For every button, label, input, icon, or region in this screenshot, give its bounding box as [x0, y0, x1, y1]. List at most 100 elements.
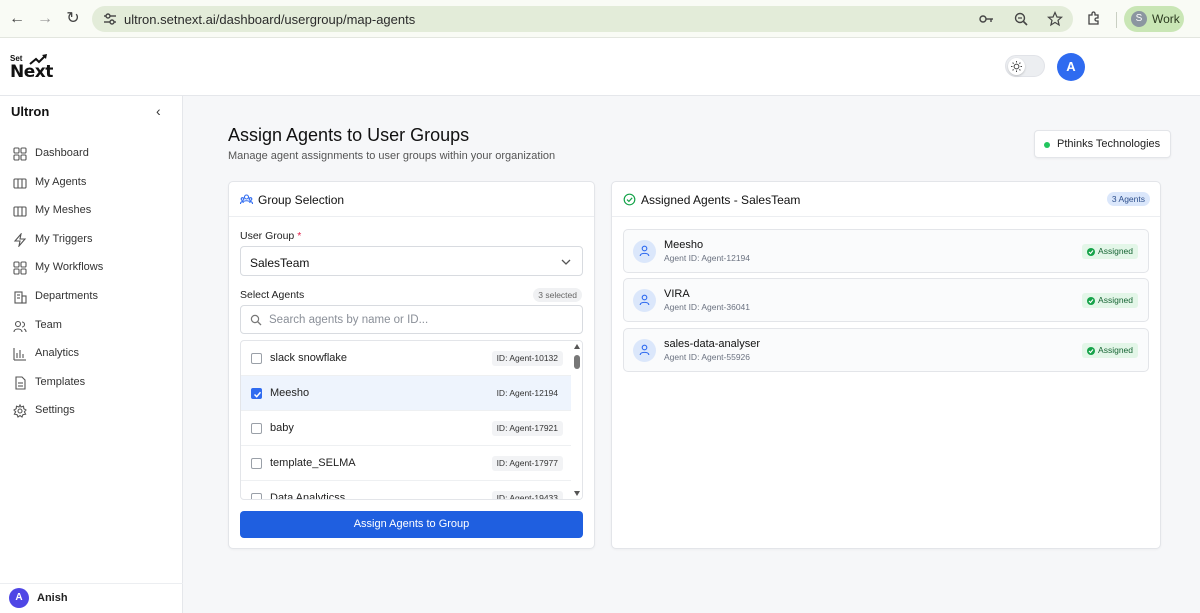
key-icon[interactable] — [978, 11, 994, 27]
site-settings-icon[interactable] — [102, 11, 118, 27]
assigned-agents-card: Assigned Agents - SalesTeam 3 Agents Mee… — [611, 181, 1161, 549]
chart-icon — [13, 348, 26, 361]
scroll-up-icon[interactable] — [574, 344, 580, 349]
profile-avatar: S — [1131, 11, 1147, 27]
sidebar-item-my-workflows[interactable]: My Workflows — [0, 254, 183, 283]
toolbar-divider — [1116, 12, 1117, 28]
gear-icon — [13, 404, 27, 419]
sidebar-item-label: Dashboard — [35, 147, 89, 159]
status-badge: Assigned — [1082, 343, 1138, 358]
zoom-icon[interactable] — [1013, 11, 1029, 27]
sun-icon — [1011, 61, 1022, 72]
back-icon[interactable]: ← — [8, 10, 26, 28]
agent-id: Agent ID: Agent-36041 — [664, 302, 751, 312]
url-text: ultron.setnext.ai/dashboard/usergroup/ma… — [124, 12, 416, 27]
agent-checkbox[interactable] — [251, 493, 262, 499]
agent-name: sales-data-analyser — [664, 338, 760, 350]
address-bar[interactable]: ultron.setnext.ai/dashboard/usergroup/ma… — [92, 6, 1073, 32]
sidebar-item-templates[interactable]: Templates — [0, 369, 183, 398]
status-badge: Assigned — [1082, 244, 1138, 259]
forward-icon[interactable]: → — [36, 10, 54, 28]
group-selection-card: Group Selection User Group * SalesTeam S… — [228, 181, 595, 549]
agent-name: VIRA — [664, 288, 690, 300]
user-icon — [639, 294, 650, 306]
profile-button[interactable]: S Work — [1124, 6, 1184, 32]
sidebar-item-my-meshes[interactable]: My Meshes — [0, 197, 183, 226]
collapse-sidebar-icon[interactable]: ‹ — [156, 103, 168, 119]
document-icon — [15, 376, 26, 390]
sidebar-item-label: My Triggers — [35, 232, 93, 245]
reload-icon[interactable]: ↻ — [64, 10, 82, 28]
search-icon — [250, 314, 262, 326]
page-title: Assign Agents to User Groups — [228, 125, 470, 145]
list-scrollbar[interactable] — [571, 341, 582, 499]
required-mark: * — [297, 230, 302, 242]
avatar: A — [9, 588, 29, 608]
agent-list: slack snowflake ID: Agent-10132 Meesho I… — [240, 340, 583, 500]
assigned-agent-item: Meesho Agent ID: Agent-12194 Assigned — [623, 229, 1149, 273]
users-group-icon — [240, 194, 253, 205]
search-input[interactable] — [269, 310, 569, 330]
sidebar-item-label: Analytics — [35, 347, 80, 360]
agent-id-badge: ID: Agent-19433 — [491, 491, 563, 499]
card-header: Group Selection — [229, 182, 594, 217]
sidebar-item-team[interactable]: Team — [0, 312, 183, 341]
agent-avatar — [633, 289, 656, 312]
agent-name: baby — [270, 422, 294, 434]
organization-badge[interactable]: Pthinks Technologies — [1034, 130, 1172, 158]
profile-label: Work — [1152, 12, 1180, 26]
status-text: Assigned — [1098, 295, 1133, 305]
sidebar-item-my-agents[interactable]: My Agents — [0, 169, 183, 198]
sidebar-item-departments[interactable]: Departments — [0, 283, 183, 312]
agent-avatar — [633, 240, 656, 263]
selected-group-value: SalesTeam — [250, 256, 310, 270]
check-icon — [1087, 297, 1096, 305]
agent-checkbox[interactable] — [251, 423, 262, 434]
agent-id-badge: ID: Agent-17921 — [491, 421, 563, 436]
assigned-count-badge: 3 Agents — [1106, 192, 1150, 206]
agent-name: Data Analyticss — [270, 492, 346, 500]
star-icon[interactable] — [1046, 11, 1064, 27]
list-item[interactable]: Meesho ID: Agent-12194 — [241, 376, 571, 411]
organization-name: Pthinks Technologies — [1057, 138, 1161, 150]
status-dot-icon — [1044, 142, 1050, 148]
sidebar-item-analytics[interactable]: Analytics — [0, 340, 183, 369]
agent-id: Agent ID: Agent-55926 — [664, 352, 751, 362]
agent-search-field[interactable] — [240, 305, 583, 334]
list-item[interactable]: Data Analyticss ID: Agent-19433 — [241, 481, 571, 500]
agent-checkbox[interactable] — [251, 388, 262, 399]
workflow-icon — [13, 261, 27, 275]
agent-name: Meesho — [270, 387, 310, 399]
selected-count-badge: 3 selected — [533, 288, 582, 302]
extensions-icon[interactable] — [1086, 10, 1102, 26]
card-header: Assigned Agents - SalesTeam 3 Agents — [612, 182, 1160, 217]
sidebar-item-label: Departments — [35, 289, 98, 302]
list-item[interactable]: baby ID: Agent-17921 — [241, 411, 571, 446]
user-icon — [639, 344, 650, 356]
sidebar-item-my-triggers[interactable]: My Triggers — [0, 226, 183, 255]
select-agents-label: Select Agents — [240, 289, 305, 301]
assign-agents-button[interactable]: Assign Agents to Group — [240, 511, 583, 538]
agent-checkbox[interactable] — [251, 353, 262, 364]
check-icon — [1087, 248, 1096, 256]
list-item[interactable]: slack snowflake ID: Agent-10132 — [241, 341, 571, 376]
agent-avatar — [633, 339, 656, 362]
sidebar: Ultron ‹ Dashboard My Agents My Meshes M… — [0, 96, 183, 613]
grid-icon — [13, 147, 27, 161]
team-icon — [13, 320, 27, 332]
user-group-select[interactable]: SalesTeam — [240, 246, 583, 276]
scroll-down-icon[interactable] — [574, 491, 580, 496]
setnext-logo[interactable]: Set Next — [10, 54, 53, 84]
sidebar-item-label: My Workflows — [35, 261, 104, 274]
sidebar-item-dashboard[interactable]: Dashboard — [0, 140, 183, 169]
list-item[interactable]: template_SELMA ID: Agent-17977 — [241, 446, 571, 481]
status-badge: Assigned — [1082, 293, 1138, 308]
user-avatar[interactable]: A — [1057, 53, 1085, 81]
theme-toggle[interactable] — [1005, 55, 1045, 77]
sidebar-user[interactable]: A Anish — [0, 583, 183, 613]
scroll-thumb[interactable] — [574, 355, 580, 369]
agent-checkbox[interactable] — [251, 458, 262, 469]
sidebar-item-settings[interactable]: Settings — [0, 397, 183, 426]
sidebar-nav: Dashboard My Agents My Meshes My Trigger… — [0, 140, 183, 426]
user-icon — [639, 245, 650, 257]
